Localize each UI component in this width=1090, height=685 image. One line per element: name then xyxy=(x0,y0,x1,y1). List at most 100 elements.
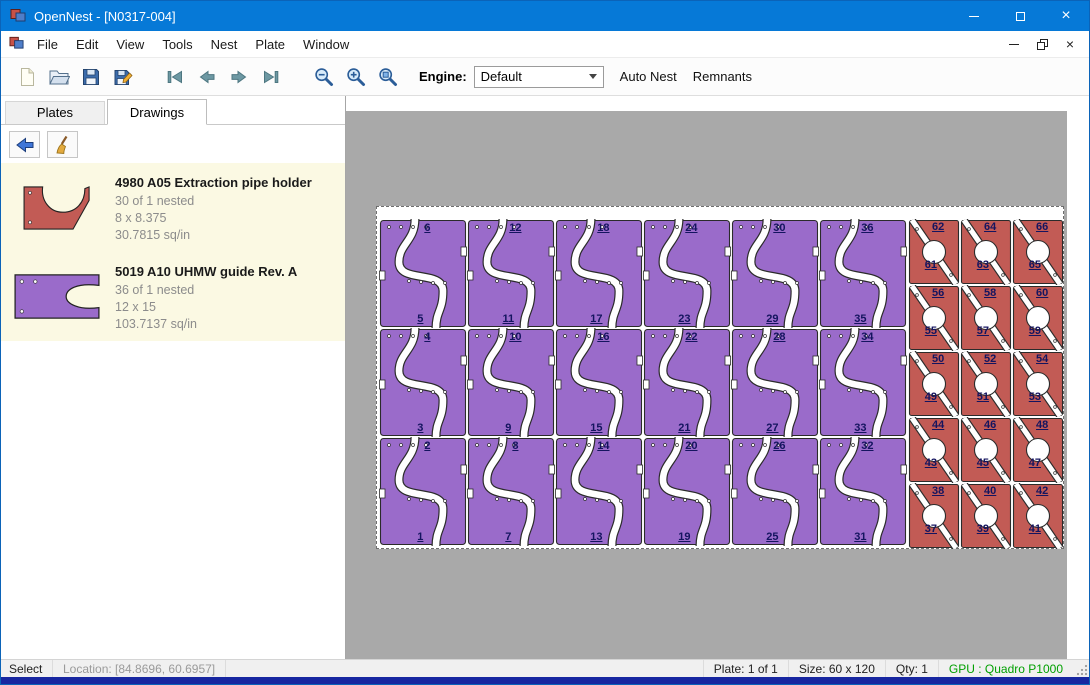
red-part-shape xyxy=(19,179,95,237)
drawing-item[interactable]: 4980 A05 Extraction pipe holder 30 of 1 n… xyxy=(1,163,345,252)
nested-part-pair-red[interactable]: 4241 xyxy=(1012,483,1064,549)
auto-nest-button[interactable]: Auto Nest xyxy=(620,69,677,84)
nested-part-pair-purple[interactable]: 43 xyxy=(379,328,467,437)
nested-part-pair-purple[interactable]: 2625 xyxy=(731,437,819,546)
nested-part-pair-red[interactable]: 4039 xyxy=(960,483,1012,549)
sidebar: PlatesDrawings 4980 A05 Extraction pipe … xyxy=(1,96,346,659)
minimize-button[interactable] xyxy=(951,1,997,31)
part-size: 8 x 8.375 xyxy=(115,210,312,227)
close-icon: × xyxy=(1061,8,1070,24)
clean-button[interactable] xyxy=(47,131,78,158)
part-number: 27 xyxy=(766,422,778,434)
drawing-item[interactable]: 5019 A10 UHMW guide Rev. A36 of 1 nested… xyxy=(1,252,345,341)
part-info: 5019 A10 UHMW guide Rev. A36 of 1 nested… xyxy=(115,260,297,333)
nested-part-pair-purple[interactable]: 65 xyxy=(379,219,467,328)
engine-value: Default xyxy=(481,69,522,84)
part-number: 56 xyxy=(932,287,944,299)
status-plate: Plate: 1 of 1 xyxy=(703,660,788,677)
nested-part-pair-red[interactable]: 6463 xyxy=(960,219,1012,285)
nested-part-pair-purple[interactable]: 21 xyxy=(379,437,467,546)
part-number: 25 xyxy=(766,531,778,543)
nested-part-pair-purple[interactable]: 1211 xyxy=(467,219,555,328)
resize-grip[interactable] xyxy=(1073,660,1089,677)
nested-part-pair-red[interactable]: 3837 xyxy=(908,483,960,549)
menu-nest[interactable]: Nest xyxy=(202,33,247,56)
open-button[interactable] xyxy=(43,62,75,92)
part-number: 53 xyxy=(1029,391,1041,403)
remnants-button[interactable]: Remnants xyxy=(693,69,752,84)
nested-part-pair-purple[interactable]: 109 xyxy=(467,328,555,437)
nested-part-pair-red[interactable]: 5857 xyxy=(960,285,1012,351)
nest-view[interactable]: 65 1211 1817 2423 3029 xyxy=(346,96,1089,659)
nested-part-pair-purple[interactable]: 3029 xyxy=(731,219,819,328)
nested-part-pair-purple[interactable]: 3231 xyxy=(819,437,907,546)
nested-part-pair-red[interactable]: 5251 xyxy=(960,351,1012,417)
nested-part-pair-purple[interactable]: 1615 xyxy=(555,328,643,437)
tab-plates[interactable]: Plates xyxy=(5,101,105,124)
part-number: 28 xyxy=(773,331,785,343)
nested-part-pair-purple[interactable]: 2019 xyxy=(643,437,731,546)
zoom-in-button[interactable] xyxy=(339,62,371,92)
nav-prev-button[interactable] xyxy=(191,62,223,92)
save-as-button[interactable] xyxy=(107,62,139,92)
import-drawing-button[interactable] xyxy=(9,131,40,158)
nested-part-pair-purple[interactable]: 3635 xyxy=(819,219,907,328)
nested-part-pair-red[interactable]: 5655 xyxy=(908,285,960,351)
menu-tools[interactable]: Tools xyxy=(153,33,201,56)
menu-edit[interactable]: Edit xyxy=(67,33,107,56)
nav-first-button[interactable] xyxy=(159,62,191,92)
nested-part-pair-purple[interactable]: 87 xyxy=(467,437,555,546)
nested-part-pair-purple[interactable]: 2423 xyxy=(643,219,731,328)
window-controls: × xyxy=(951,1,1089,31)
part-number: 19 xyxy=(678,531,690,543)
nested-part-pair-purple[interactable]: 1413 xyxy=(555,437,643,546)
nav-next-button[interactable] xyxy=(223,62,255,92)
menu-view[interactable]: View xyxy=(107,33,153,56)
sidebar-tabs: PlatesDrawings xyxy=(1,96,345,125)
part-number: 11 xyxy=(503,313,515,325)
tab-drawings[interactable]: Drawings xyxy=(107,99,207,125)
new-button[interactable] xyxy=(11,62,43,92)
status-mode: Select xyxy=(1,660,53,677)
part-title: 4980 A05 Extraction pipe holder xyxy=(115,175,312,190)
part-nested-count: 30 of 1 nested xyxy=(115,193,312,210)
part-number: 15 xyxy=(590,422,602,434)
menu-file[interactable]: File xyxy=(28,33,67,56)
close-button[interactable]: × xyxy=(1043,1,1089,31)
part-number: 66 xyxy=(1036,221,1048,233)
nested-part-pair-red[interactable]: 6059 xyxy=(1012,285,1064,351)
nested-part-pair-red[interactable]: 4443 xyxy=(908,417,960,483)
save-button[interactable] xyxy=(75,62,107,92)
mdi-minimize-button[interactable] xyxy=(1003,35,1025,53)
part-shape xyxy=(731,328,819,437)
plate-sheet[interactable]: 65 1211 1817 2423 3029 xyxy=(376,206,1064,549)
menu-plate[interactable]: Plate xyxy=(246,33,294,56)
part-number: 47 xyxy=(1029,457,1041,469)
mdi-close-button[interactable]: × xyxy=(1059,35,1081,53)
zoom-fit-button[interactable] xyxy=(371,62,403,92)
part-shape xyxy=(643,219,731,328)
zoom-out-button[interactable] xyxy=(307,62,339,92)
nested-part-pair-red[interactable]: 48 47 xyxy=(1012,417,1064,483)
nested-part-pair-purple[interactable]: 2221 xyxy=(643,328,731,437)
nested-part-pair-red[interactable]: 5453 xyxy=(1012,351,1064,417)
part-area: 103.7137 sq/in xyxy=(115,316,297,333)
nested-part-pair-purple[interactable]: 28 27 xyxy=(731,328,819,437)
nested-part-pair-red[interactable]: 66 65 xyxy=(1012,219,1064,285)
engine-select[interactable]: Default xyxy=(474,66,604,88)
mdi-restore-button[interactable] xyxy=(1031,35,1053,53)
maximize-button[interactable] xyxy=(997,1,1043,31)
part-number: 2 xyxy=(424,440,430,452)
part-number: 65 xyxy=(1029,259,1041,271)
menu-window[interactable]: Window xyxy=(294,33,358,56)
menu-items: FileEditViewToolsNestPlateWindow xyxy=(28,33,358,56)
part-number: 52 xyxy=(984,353,996,365)
nested-part-pair-red[interactable]: 4645 xyxy=(960,417,1012,483)
nav-last-button[interactable] xyxy=(255,62,287,92)
part-number: 38 xyxy=(932,485,944,497)
nested-part-pair-red[interactable]: 5049 xyxy=(908,351,960,417)
nested-part-pair-red[interactable]: 6261 xyxy=(908,219,960,285)
nested-part-pair-purple[interactable]: 3433 xyxy=(819,328,907,437)
nested-part-pair-purple[interactable]: 1817 xyxy=(555,219,643,328)
part-number: 48 xyxy=(1036,419,1048,431)
